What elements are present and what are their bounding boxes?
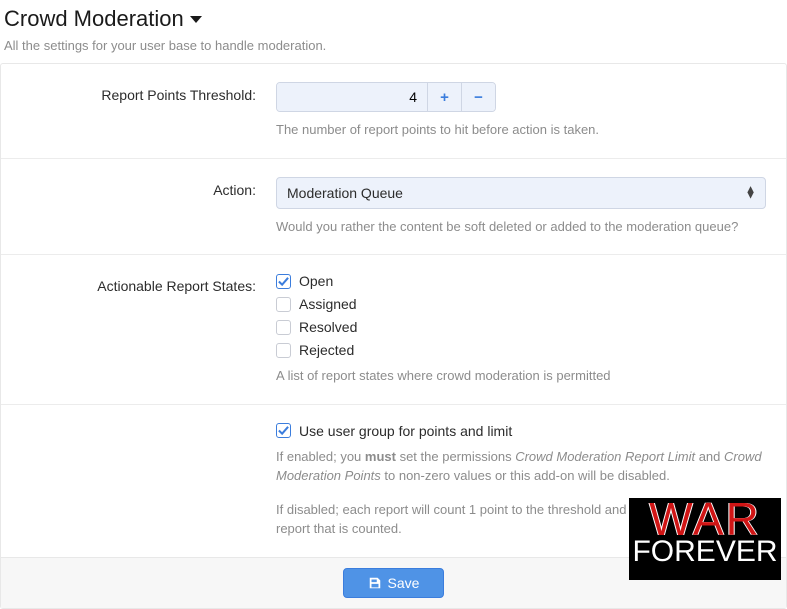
state-assigned[interactable]: Assigned — [276, 296, 766, 312]
states-label: Actionable Report States: — [21, 273, 256, 386]
states-help: A list of report states where crowd mode… — [276, 366, 766, 386]
usergroup-label: Use user group for points and limit — [299, 423, 512, 439]
state-label: Rejected — [299, 342, 354, 358]
page-subtitle: All the settings for your user base to h… — [4, 38, 787, 53]
row-action: Action: Moderation Queue ▲▼ Would you ra… — [1, 159, 786, 256]
page-title-text: Crowd Moderation — [4, 6, 184, 32]
state-label: Resolved — [299, 319, 357, 335]
action-label: Action: — [21, 177, 256, 237]
checkbox-icon — [276, 297, 291, 312]
save-button[interactable]: Save — [343, 568, 445, 598]
checkbox-icon — [276, 320, 291, 335]
threshold-stepper: + − — [276, 82, 496, 112]
page-title[interactable]: Crowd Moderation — [4, 6, 787, 32]
action-select[interactable]: Moderation Queue — [276, 177, 766, 209]
watermark-logo: WAR FOREVER — [629, 498, 781, 580]
usergroup-help1: If enabled; you must set the permissions… — [276, 447, 766, 486]
checkbox-icon — [276, 274, 291, 289]
state-rejected[interactable]: Rejected — [276, 342, 766, 358]
row-states: Actionable Report States: Open Assigned … — [1, 255, 786, 405]
caret-down-icon — [190, 16, 202, 23]
threshold-decrement-button[interactable]: − — [461, 83, 495, 111]
state-label: Open — [299, 273, 333, 289]
checkbox-icon — [276, 343, 291, 358]
state-resolved[interactable]: Resolved — [276, 319, 766, 335]
checkbox-icon — [276, 423, 291, 438]
save-label: Save — [388, 575, 420, 591]
row-threshold: Report Points Threshold: + − The number … — [1, 64, 786, 159]
state-open[interactable]: Open — [276, 273, 766, 289]
action-help: Would you rather the content be soft del… — [276, 217, 766, 237]
threshold-increment-button[interactable]: + — [427, 83, 461, 111]
state-label: Assigned — [299, 296, 357, 312]
usergroup-checkbox[interactable]: Use user group for points and limit — [276, 423, 766, 439]
threshold-input[interactable] — [277, 83, 427, 111]
threshold-help: The number of report points to hit befor… — [276, 120, 766, 140]
save-icon — [368, 576, 382, 590]
threshold-label: Report Points Threshold: — [21, 82, 256, 140]
